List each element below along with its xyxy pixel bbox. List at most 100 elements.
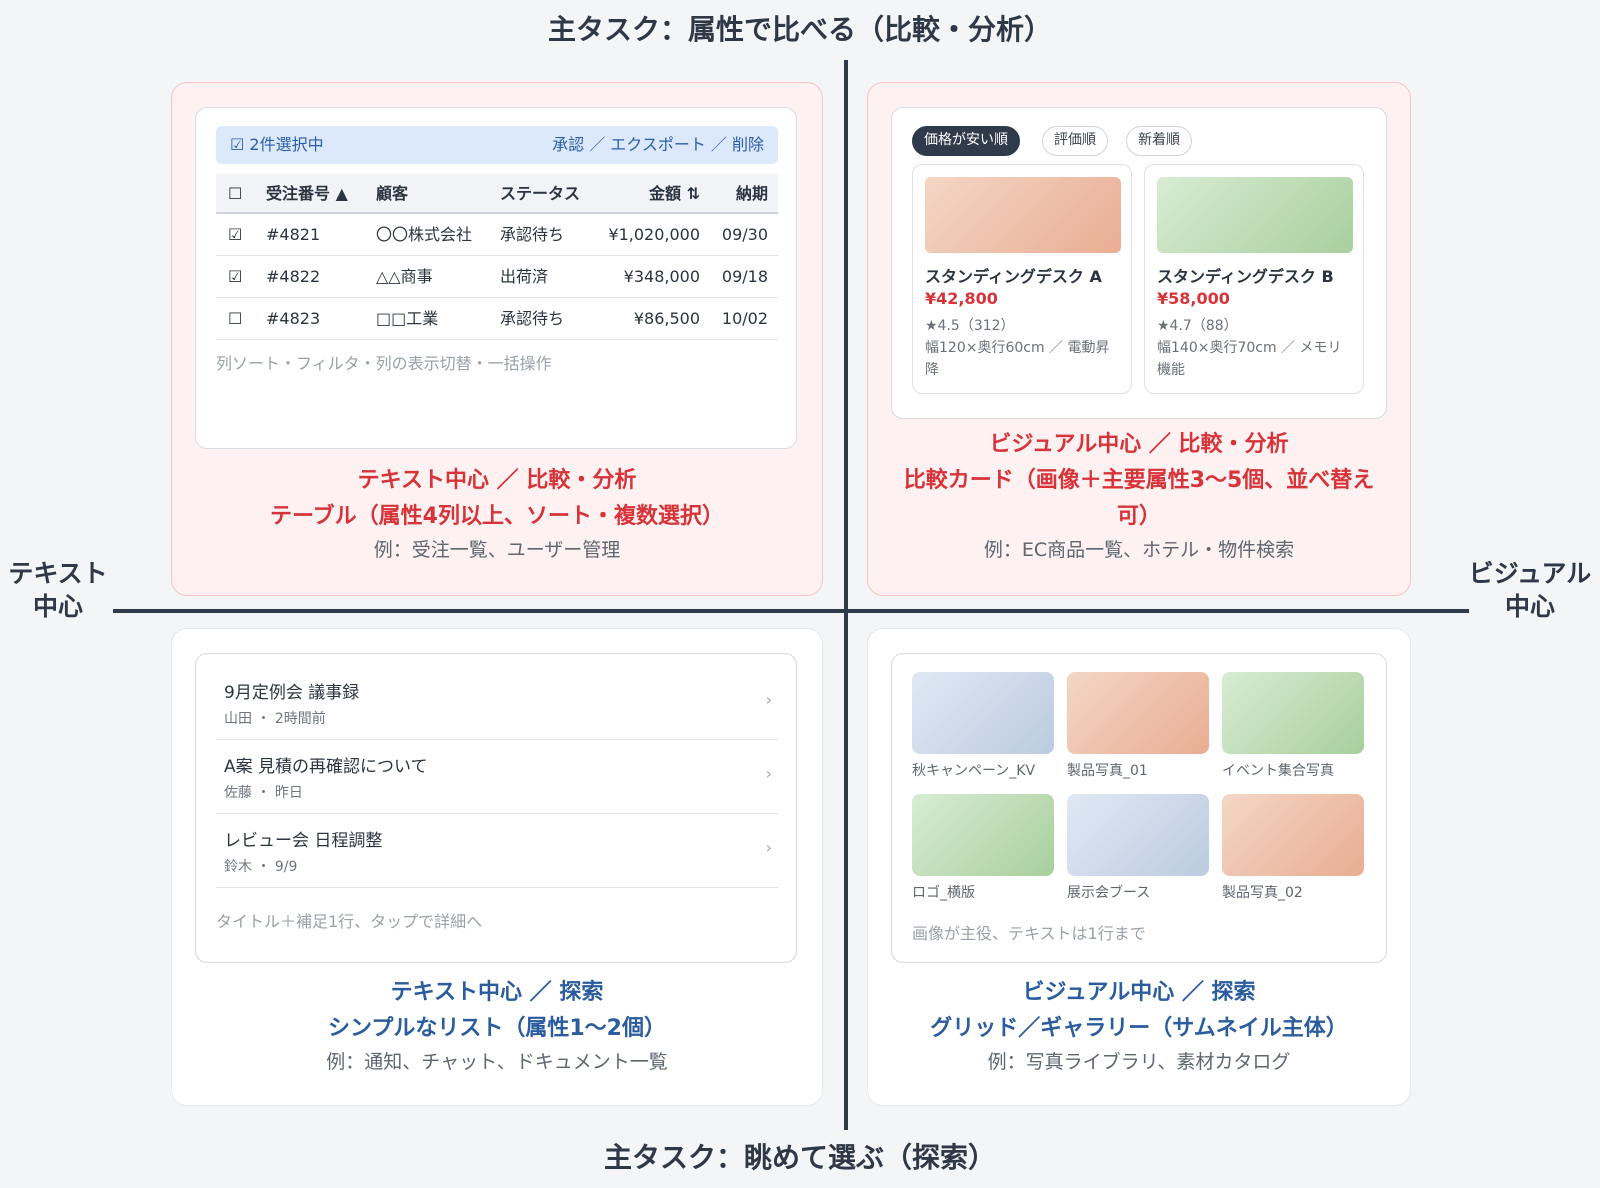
axis-title-top: 主タスク：属性で比べる（比較・分析） — [547, 13, 1052, 46]
gallery-thumbnail[interactable] — [1222, 794, 1364, 876]
product-card[interactable]: スタンディングデスク A ¥42,800 ★4.5（312） 幅120×奥行60… — [912, 164, 1132, 394]
caption-pattern: テーブル（属性4列以上、ソート・複数選択） — [270, 504, 724, 529]
status: 承認待ち — [500, 225, 565, 244]
caption-title: テキスト中心 ／ 比較・分析 — [357, 468, 637, 493]
table-header: ☐ 受注番号 ▲ 顧客 ステータス 金額 ⇅ 納期 — [216, 174, 778, 214]
list-item[interactable]: 9月定例会 議事録 山田 ・ 2時間前 › — [216, 666, 778, 740]
chevron-right-icon: › — [765, 764, 772, 783]
caption-examples: 例：通知、チャット、ドキュメント一覧 — [326, 1051, 668, 1073]
list-item-title: A案 見積の再確認について — [224, 757, 428, 777]
caption-title: ビジュアル中心 ／ 比較・分析 — [989, 432, 1289, 457]
axis-title-right: ビジュアル 中心 — [1460, 558, 1600, 623]
column-header-customer[interactable]: 顧客 — [376, 174, 408, 214]
quadrant-text-explore: 9月定例会 議事録 山田 ・ 2時間前 › A案 見積の再確認について 佐藤 ・… — [171, 628, 823, 1106]
list-item-sub: 山田 ・ 2時間前 — [224, 711, 326, 727]
table-row[interactable]: ☑ #4821 〇〇株式会社 承認待ち ¥1,020,000 09/30 — [216, 214, 778, 256]
list-item-title: 9月定例会 議事録 — [224, 683, 360, 703]
due-date: 09/30 — [721, 225, 768, 244]
quadrant-caption: テキスト中心 ／ 探索 シンプルなリスト（属性1〜2個） 例：通知、チャット、ド… — [172, 975, 822, 1077]
quadrant-visual-compare: 価格が安い順 評価順 新着順 スタンディングデスク A ¥42,800 ★4.5… — [867, 82, 1411, 596]
quadrant-caption: ビジュアル中心 ／ 比較・分析 比較カード（画像＋主要属性3〜5個、並べ替え可）… — [868, 427, 1410, 565]
column-header-status[interactable]: ステータス — [500, 174, 580, 214]
column-header-due[interactable]: 納期 — [736, 174, 768, 214]
quadrant-text-compare: ☑ 2件選択中 承認 ／ エクスポート ／ 削除 ☐ 受注番号 ▲ 顧客 ステー… — [171, 82, 823, 596]
gallery-thumbnail[interactable] — [912, 672, 1054, 754]
gallery-thumbnail[interactable] — [1067, 794, 1209, 876]
product-price: ¥42,800 — [925, 289, 998, 308]
order-no: #4823 — [266, 309, 321, 328]
gallery-label: 展示会ブース — [1067, 885, 1151, 901]
quadrant-caption: テキスト中心 ／ 比較・分析 テーブル（属性4列以上、ソート・複数選択） 例：受… — [172, 463, 822, 565]
table-mockup: ☑ 2件選択中 承認 ／ エクスポート ／ 削除 ☐ 受注番号 ▲ 顧客 ステー… — [195, 107, 797, 449]
axis-left-line2: 中心 — [32, 591, 83, 621]
axis-left-line1: テキスト — [8, 559, 108, 588]
product-price: ¥58,000 — [1157, 289, 1230, 308]
list-mockup: 9月定例会 議事録 山田 ・ 2時間前 › A案 見積の再確認について 佐藤 ・… — [195, 653, 797, 963]
caption-pattern: シンプルなリスト（属性1〜2個） — [328, 1016, 666, 1041]
order-no: #4821 — [266, 225, 321, 244]
sort-chip-new[interactable]: 新着順 — [1126, 126, 1192, 156]
horizontal-axis-line — [113, 609, 1469, 613]
table-row[interactable]: ☑ #4822 △△商事 出荷済 ¥348,000 09/18 — [216, 256, 778, 298]
gallery-label: ロゴ_横版 — [912, 885, 975, 901]
axis-right-line2: 中心 — [1504, 591, 1555, 621]
gallery-label: 秋キャンペーン_KV — [912, 763, 1036, 779]
row-checkbox[interactable]: ☑ — [228, 256, 242, 298]
product-name: スタンディングデスク A — [925, 267, 1102, 286]
product-spec: 幅120×奥行60cm ／ 電動昇降 — [925, 340, 1110, 378]
caption-examples: 例：写真ライブラリ、素材カタログ — [987, 1051, 1291, 1073]
status: 承認待ち — [500, 309, 565, 328]
gallery-label: 製品写真_01 — [1067, 763, 1148, 779]
row-checkbox[interactable]: ☐ — [228, 298, 242, 340]
row-checkbox[interactable]: ☑ — [228, 214, 242, 256]
axis-title-bottom: 主タスク：眺めて選ぶ（探索） — [603, 1141, 996, 1174]
list-item-sub: 鈴木 ・ 9/9 — [224, 859, 298, 875]
gallery-thumbnail[interactable] — [1222, 672, 1364, 754]
due-date: 10/02 — [721, 309, 768, 328]
caption-title: ビジュアル中心 ／ 探索 — [1022, 980, 1256, 1005]
sort-chip-rating[interactable]: 評価順 — [1042, 126, 1108, 156]
chevron-right-icon: › — [765, 838, 772, 857]
quadrant-caption: ビジュアル中心 ／ 探索 グリッド／ギャラリー（サムネイル主体） 例：写真ライブ… — [868, 975, 1410, 1077]
caption-title: テキスト中心 ／ 探索 — [390, 980, 604, 1005]
list-item-sub: 佐藤 ・ 昨日 — [224, 785, 303, 801]
list-item[interactable]: レビュー会 日程調整 鈴木 ・ 9/9 › — [216, 814, 778, 888]
list-item-title: レビュー会 日程調整 — [224, 831, 383, 851]
amount: ¥86,500 — [633, 309, 700, 328]
axis-title-left: テキスト 中心 — [2, 558, 114, 623]
bulk-actions[interactable]: 承認 ／ エクスポート ／ 削除 — [552, 126, 764, 164]
due-date: 09/18 — [721, 267, 768, 286]
product-rating: ★4.5（312） — [925, 318, 1015, 334]
customer: △△商事 — [376, 267, 433, 286]
order-no: #4822 — [266, 267, 321, 286]
customer: 〇〇株式会社 — [376, 225, 473, 244]
table-row[interactable]: ☐ #4823 □□工業 承認待ち ¥86,500 10/02 — [216, 298, 778, 340]
chevron-right-icon: › — [765, 690, 772, 709]
product-rating: ★4.7（88） — [1157, 318, 1238, 334]
column-header-amount[interactable]: 金額 ⇅ — [649, 174, 700, 214]
product-card[interactable]: スタンディングデスク B ¥58,000 ★4.7（88） 幅140×奥行70c… — [1144, 164, 1364, 394]
gallery-thumbnail[interactable] — [1067, 672, 1209, 754]
gallery-label: イベント集合写真 — [1222, 763, 1334, 779]
gallery-thumbnail[interactable] — [912, 794, 1054, 876]
select-all-checkbox[interactable]: ☐ — [228, 174, 242, 214]
caption-examples: 例：受注一覧、ユーザー管理 — [373, 539, 621, 561]
sort-chip-price[interactable]: 価格が安い順 — [912, 126, 1020, 156]
selection-count: ☑ 2件選択中 — [230, 135, 324, 154]
table-hint: 列ソート・フィルタ・列の表示切替・一括操作 — [216, 354, 552, 373]
product-name: スタンディングデスク B — [1157, 267, 1334, 286]
column-header-order-no[interactable]: 受注番号 ▲ — [266, 174, 348, 214]
gallery-mockup: 秋キャンペーン_KV 製品写真_01 イベント集合写真 ロゴ_横版 展示会ブース… — [891, 653, 1387, 963]
amount: ¥1,020,000 — [608, 225, 700, 244]
product-cards-mockup: 価格が安い順 評価順 新着順 スタンディングデスク A ¥42,800 ★4.5… — [891, 107, 1387, 419]
caption-pattern: 比較カード（画像＋主要属性3〜5個、並べ替え可） — [903, 468, 1375, 529]
customer: □□工業 — [376, 309, 439, 328]
axis-right-line1: ビジュアル — [1468, 559, 1592, 588]
list-hint: タイトル＋補足1行、タップで詳細へ — [216, 912, 483, 931]
selection-bar: ☑ 2件選択中 承認 ／ エクスポート ／ 削除 — [216, 126, 778, 164]
list-item[interactable]: A案 見積の再確認について 佐藤 ・ 昨日 › — [216, 740, 778, 814]
caption-examples: 例：EC商品一覧、ホテル・物件検索 — [983, 539, 1295, 561]
caption-pattern: グリッド／ギャラリー（サムネイル主体） — [930, 1016, 1348, 1041]
product-image — [925, 177, 1121, 253]
vertical-axis-line — [844, 60, 848, 1130]
